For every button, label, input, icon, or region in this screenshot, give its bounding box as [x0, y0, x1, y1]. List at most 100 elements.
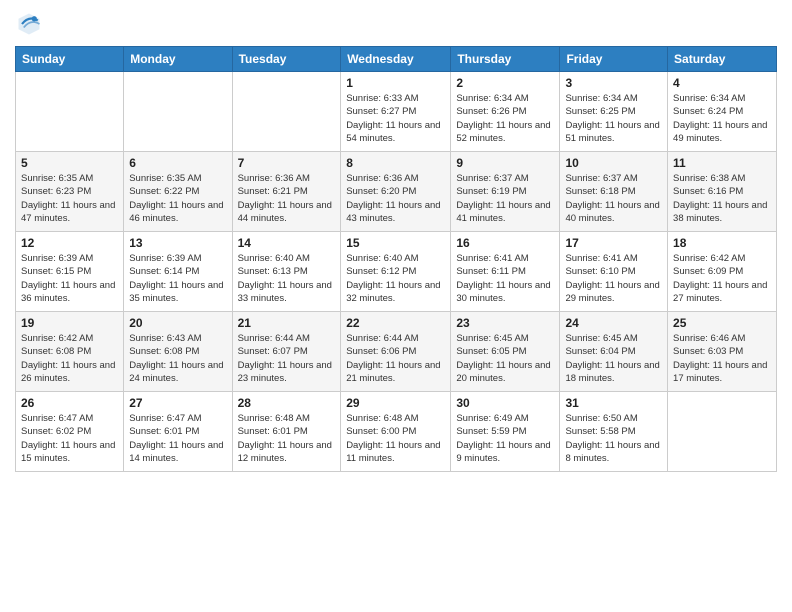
day-info: Sunrise: 6:39 AMSunset: 6:15 PMDaylight:… — [21, 252, 118, 305]
day-cell: 9 Sunrise: 6:37 AMSunset: 6:19 PMDaylight… — [451, 152, 560, 232]
day-info: Sunrise: 6:47 AMSunset: 6:01 PMDaylight:… — [129, 412, 226, 465]
logo-icon — [15, 10, 43, 38]
day-number: 3 — [565, 76, 662, 90]
day-number: 2 — [456, 76, 554, 90]
day-cell: 14 Sunrise: 6:40 AMSunset: 6:13 PMDayligh… — [232, 232, 341, 312]
day-number: 1 — [346, 76, 445, 90]
day-number: 26 — [21, 396, 118, 410]
week-row-5: 26Sunrise: 6:47 AMSunset: 6:02 PMDayligh… — [16, 392, 777, 472]
day-cell: 8 Sunrise: 6:36 AMSunset: 6:20 PMDaylight… — [341, 152, 451, 232]
day-info: Sunrise: 6:50 AMSunset: 5:58 PMDaylight:… — [565, 412, 662, 465]
day-cell — [124, 72, 232, 152]
day-info: Sunrise: 6:44 AMSunset: 6:07 PMDaylight:… — [238, 332, 336, 385]
day-number: 17 — [565, 236, 662, 250]
day-cell: 12 Sunrise: 6:39 AMSunset: 6:15 PMDayligh… — [16, 232, 124, 312]
day-info: Sunrise: 6:34 AMSunset: 6:25 PMDaylight:… — [565, 92, 662, 145]
day-cell: 2 Sunrise: 6:34 AMSunset: 6:26 PMDaylight… — [451, 72, 560, 152]
day-number: 8 — [346, 156, 445, 170]
col-header-sunday: Sunday — [16, 47, 124, 72]
day-info: Sunrise: 6:42 AMSunset: 6:08 PMDaylight:… — [21, 332, 118, 385]
day-info: Sunrise: 6:35 AMSunset: 6:23 PMDaylight:… — [21, 172, 118, 225]
day-cell: 31 Sunrise: 6:50 AMSunset: 5:58 PMDayligh… — [560, 392, 668, 472]
day-number: 5 — [21, 156, 118, 170]
col-header-monday: Monday — [124, 47, 232, 72]
day-info: Sunrise: 6:34 AMSunset: 6:26 PMDaylight:… — [456, 92, 554, 145]
day-info: Sunrise: 6:33 AMSunset: 6:27 PMDaylight:… — [346, 92, 445, 145]
calendar-table: SundayMondayTuesdayWednesdayThursdayFrid… — [15, 46, 777, 472]
day-cell: 21 Sunrise: 6:44 AMSunset: 6:07 PMDayligh… — [232, 312, 341, 392]
day-cell: 16 Sunrise: 6:41 AMSunset: 6:11 PMDayligh… — [451, 232, 560, 312]
day-number: 29 — [346, 396, 445, 410]
day-cell: 18 Sunrise: 6:42 AMSunset: 6:09 PMDayligh… — [668, 232, 777, 312]
day-cell: 7Sunrise: 6:36 AMSunset: 6:21 PMDaylight… — [232, 152, 341, 232]
day-number: 9 — [456, 156, 554, 170]
day-number: 25 — [673, 316, 771, 330]
day-cell: 6 Sunrise: 6:35 AMSunset: 6:22 PMDaylight… — [124, 152, 232, 232]
day-info: Sunrise: 6:46 AMSunset: 6:03 PMDaylight:… — [673, 332, 771, 385]
logo — [15, 10, 47, 38]
day-cell: 5 Sunrise: 6:35 AMSunset: 6:23 PMDaylight… — [16, 152, 124, 232]
day-cell: 20Sunrise: 6:43 AMSunset: 6:08 PMDayligh… — [124, 312, 232, 392]
day-info: Sunrise: 6:37 AMSunset: 6:18 PMDaylight:… — [565, 172, 662, 225]
day-info: Sunrise: 6:45 AMSunset: 6:05 PMDaylight:… — [456, 332, 554, 385]
week-row-1: 1 Sunrise: 6:33 AMSunset: 6:27 PMDaylight… — [16, 72, 777, 152]
day-number: 12 — [21, 236, 118, 250]
day-cell — [16, 72, 124, 152]
day-cell: 17 Sunrise: 6:41 AMSunset: 6:10 PMDayligh… — [560, 232, 668, 312]
day-info: Sunrise: 6:41 AMSunset: 6:11 PMDaylight:… — [456, 252, 554, 305]
day-cell: 15 Sunrise: 6:40 AMSunset: 6:12 PMDayligh… — [341, 232, 451, 312]
day-number: 18 — [673, 236, 771, 250]
day-info: Sunrise: 6:48 AMSunset: 6:01 PMDaylight:… — [238, 412, 336, 465]
day-info: Sunrise: 6:38 AMSunset: 6:16 PMDaylight:… — [673, 172, 771, 225]
day-number: 31 — [565, 396, 662, 410]
day-number: 14 — [238, 236, 336, 250]
col-header-wednesday: Wednesday — [341, 47, 451, 72]
day-number: 22 — [346, 316, 445, 330]
day-cell — [232, 72, 341, 152]
week-row-4: 19 Sunrise: 6:42 AMSunset: 6:08 PMDayligh… — [16, 312, 777, 392]
day-info: Sunrise: 6:36 AMSunset: 6:20 PMDaylight:… — [346, 172, 445, 225]
day-info: Sunrise: 6:41 AMSunset: 6:10 PMDaylight:… — [565, 252, 662, 305]
day-cell: 3 Sunrise: 6:34 AMSunset: 6:25 PMDaylight… — [560, 72, 668, 152]
day-cell: 22 Sunrise: 6:44 AMSunset: 6:06 PMDayligh… — [341, 312, 451, 392]
col-header-saturday: Saturday — [668, 47, 777, 72]
col-header-thursday: Thursday — [451, 47, 560, 72]
day-cell: 29Sunrise: 6:48 AMSunset: 6:00 PMDayligh… — [341, 392, 451, 472]
day-number: 24 — [565, 316, 662, 330]
day-number: 16 — [456, 236, 554, 250]
day-info: Sunrise: 6:34 AMSunset: 6:24 PMDaylight:… — [673, 92, 771, 145]
day-number: 20 — [129, 316, 226, 330]
day-cell: 10Sunrise: 6:37 AMSunset: 6:18 PMDayligh… — [560, 152, 668, 232]
day-number: 13 — [129, 236, 226, 250]
day-info: Sunrise: 6:44 AMSunset: 6:06 PMDaylight:… — [346, 332, 445, 385]
week-row-3: 12 Sunrise: 6:39 AMSunset: 6:15 PMDayligh… — [16, 232, 777, 312]
day-number: 19 — [21, 316, 118, 330]
day-info: Sunrise: 6:49 AMSunset: 5:59 PMDaylight:… — [456, 412, 554, 465]
day-number: 21 — [238, 316, 336, 330]
header-row: SundayMondayTuesdayWednesdayThursdayFrid… — [16, 47, 777, 72]
day-cell: 25 Sunrise: 6:46 AMSunset: 6:03 PMDayligh… — [668, 312, 777, 392]
day-number: 23 — [456, 316, 554, 330]
page: SundayMondayTuesdayWednesdayThursdayFrid… — [0, 0, 792, 612]
day-number: 30 — [456, 396, 554, 410]
day-cell: 26Sunrise: 6:47 AMSunset: 6:02 PMDayligh… — [16, 392, 124, 472]
day-info: Sunrise: 6:42 AMSunset: 6:09 PMDaylight:… — [673, 252, 771, 305]
day-number: 27 — [129, 396, 226, 410]
day-info: Sunrise: 6:40 AMSunset: 6:12 PMDaylight:… — [346, 252, 445, 305]
day-cell: 28 Sunrise: 6:48 AMSunset: 6:01 PMDayligh… — [232, 392, 341, 472]
header — [15, 10, 777, 38]
day-cell: 23 Sunrise: 6:45 AMSunset: 6:05 PMDayligh… — [451, 312, 560, 392]
day-info: Sunrise: 6:45 AMSunset: 6:04 PMDaylight:… — [565, 332, 662, 385]
day-info: Sunrise: 6:40 AMSunset: 6:13 PMDaylight:… — [238, 252, 336, 305]
day-cell: 24 Sunrise: 6:45 AMSunset: 6:04 PMDayligh… — [560, 312, 668, 392]
day-number: 15 — [346, 236, 445, 250]
day-info: Sunrise: 6:35 AMSunset: 6:22 PMDaylight:… — [129, 172, 226, 225]
day-cell — [668, 392, 777, 472]
day-number: 6 — [129, 156, 226, 170]
day-cell: 27 Sunrise: 6:47 AMSunset: 6:01 PMDayligh… — [124, 392, 232, 472]
day-number: 28 — [238, 396, 336, 410]
day-info: Sunrise: 6:37 AMSunset: 6:19 PMDaylight:… — [456, 172, 554, 225]
day-number: 4 — [673, 76, 771, 90]
day-cell: 30 Sunrise: 6:49 AMSunset: 5:59 PMDayligh… — [451, 392, 560, 472]
day-cell: 13Sunrise: 6:39 AMSunset: 6:14 PMDayligh… — [124, 232, 232, 312]
